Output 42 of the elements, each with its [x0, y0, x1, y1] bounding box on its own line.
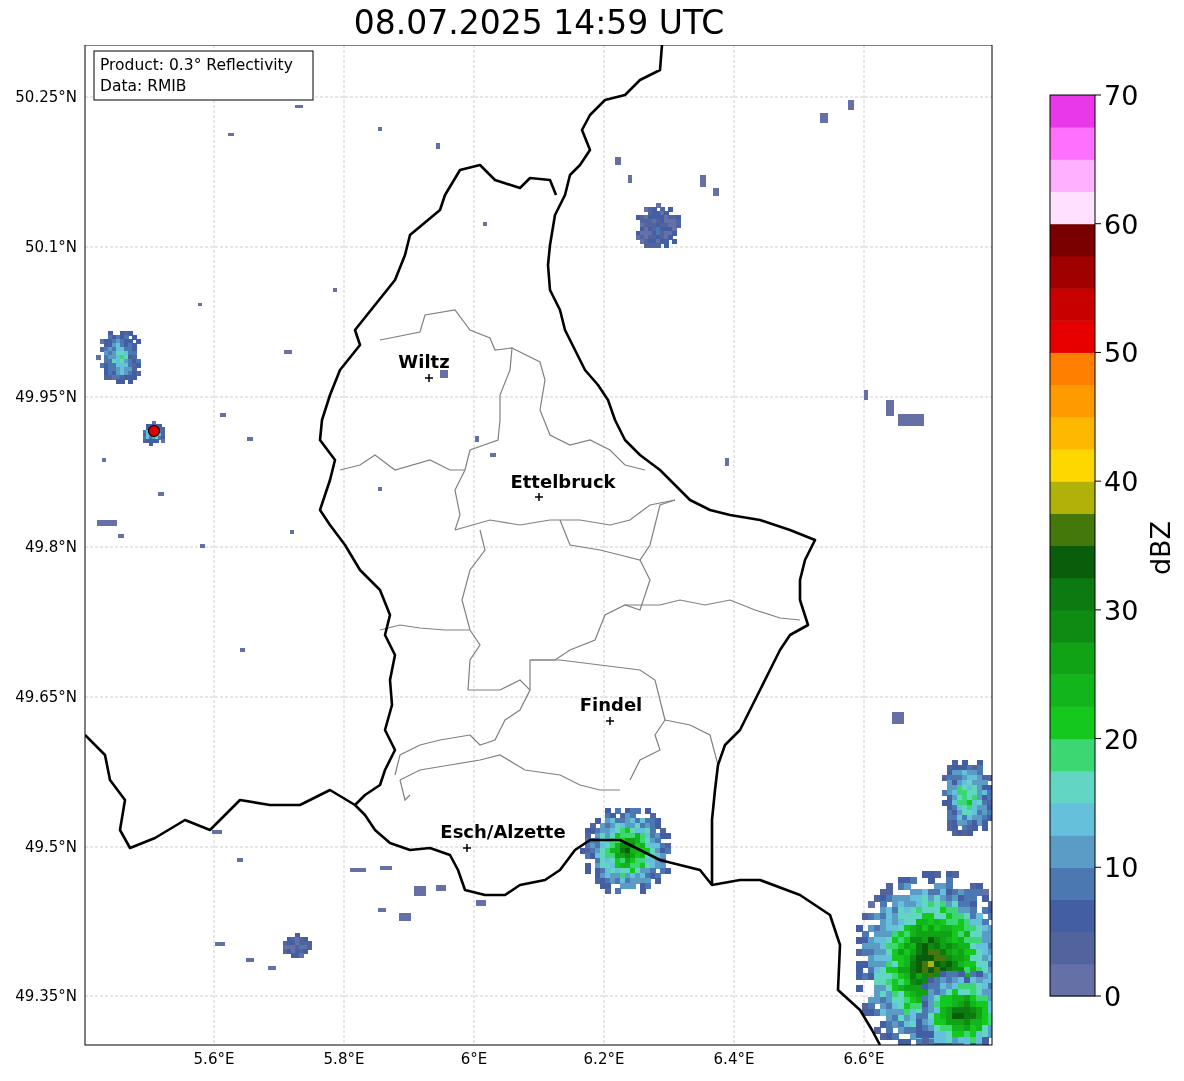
city-label: Findel	[579, 694, 643, 715]
chart-title: 08.07.2025 14:59 UTC	[353, 6, 725, 39]
latitude-label: 49.95°N	[15, 388, 77, 406]
city-marker-icon	[462, 843, 472, 853]
colorbar-tick	[1094, 995, 1102, 997]
city-marker-icon	[424, 373, 434, 383]
colorbar-tick-label: 20	[1104, 723, 1139, 755]
colorbar-tick-label: 10	[1104, 852, 1139, 884]
radar-site-marker-icon	[147, 424, 161, 438]
colorbar-tick	[1094, 223, 1102, 225]
colorbar-tick	[1094, 738, 1102, 740]
colorbar-tick-label: 0	[1104, 981, 1122, 1012]
longitude-label: 6.4°E	[713, 1050, 755, 1068]
colorbar-tick	[1094, 480, 1102, 482]
latitude-label: 49.65°N	[15, 688, 77, 706]
latitude-label: 50.25°N	[15, 88, 77, 106]
latitude-label: 49.35°N	[15, 987, 77, 1005]
colorbar-tick-label: 70	[1104, 80, 1139, 111]
colorbar-tick-label: 30	[1104, 594, 1139, 626]
colorbar-tick	[1094, 94, 1102, 96]
latitude-label: 49.5°N	[24, 838, 77, 856]
info-text: Data: RMIB	[100, 77, 187, 95]
longitude-label: 6.2°E	[583, 1050, 625, 1068]
colorbar-tick-label: 40	[1104, 466, 1139, 498]
colorbar-tick-label: 50	[1104, 337, 1139, 369]
city-label: Wiltz	[398, 351, 450, 372]
colorbar-tick	[1094, 351, 1102, 353]
colorbar-tick	[1094, 866, 1102, 868]
city-label: Esch/Alzette	[440, 821, 566, 842]
colorbar-tick	[1094, 609, 1102, 611]
colorbar-label: dBZ	[1145, 520, 1176, 576]
longitude-label: 5.8°E	[323, 1050, 365, 1068]
city-marker-icon	[605, 716, 615, 726]
latitude-label: 49.8°N	[24, 538, 77, 556]
longitude-label: 6°E	[460, 1050, 488, 1068]
longitude-label: 6.6°E	[843, 1050, 885, 1068]
city-label: Ettelbruck	[510, 471, 616, 492]
latitude-label: 50.1°N	[24, 238, 77, 256]
info-text: Product: 0.3° Reflectivity	[100, 56, 293, 74]
longitude-label: 5.6°E	[193, 1050, 235, 1068]
city-marker-icon	[534, 492, 544, 502]
colorbar-tick-label: 60	[1104, 208, 1139, 240]
